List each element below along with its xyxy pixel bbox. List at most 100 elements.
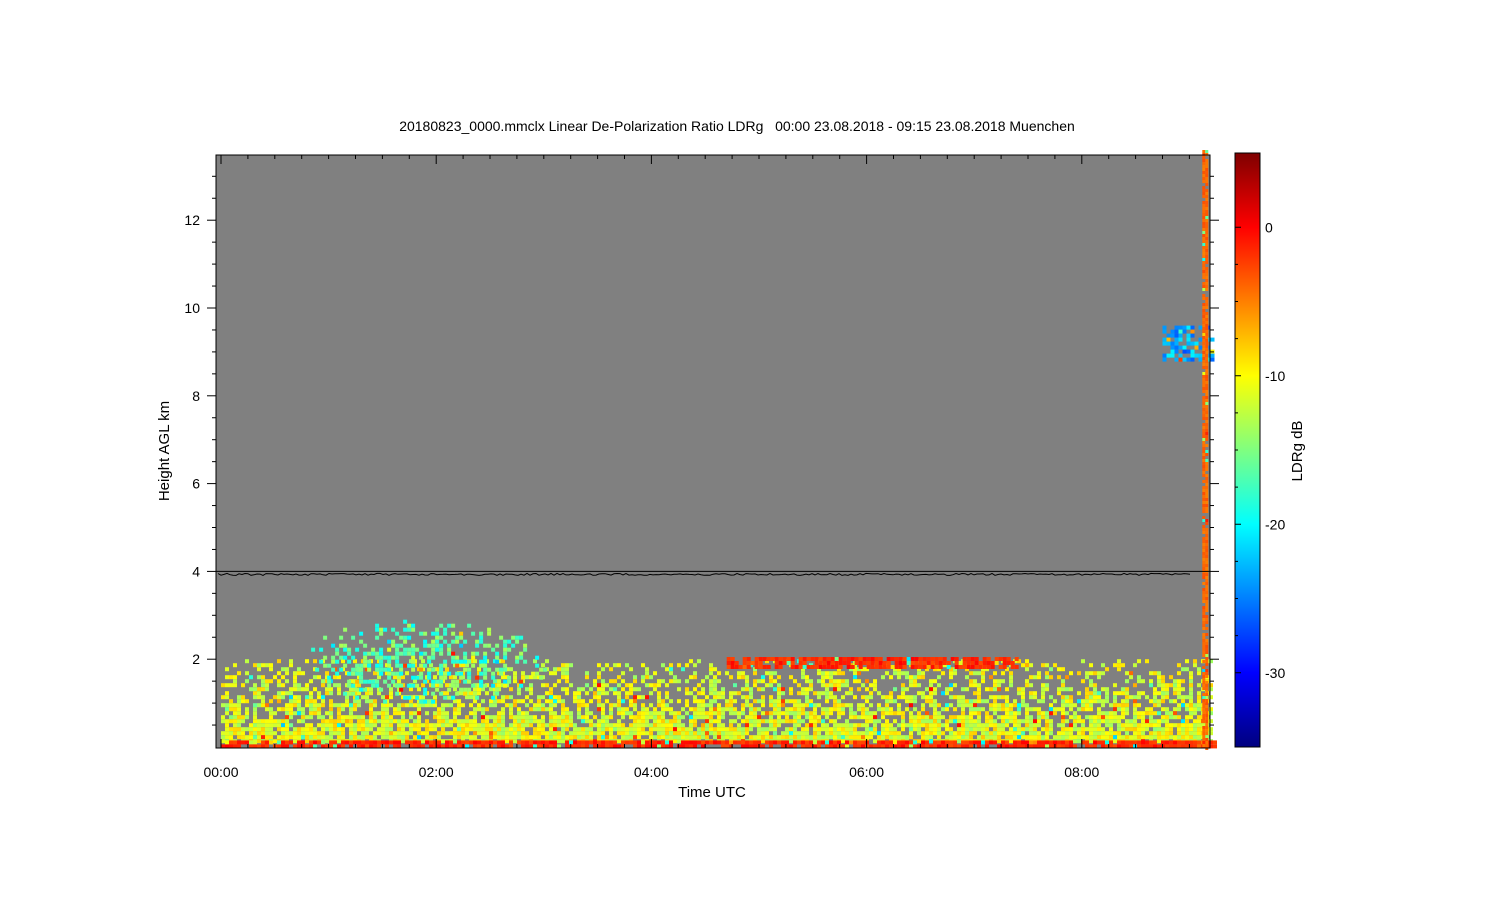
echo-cell xyxy=(1029,663,1033,668)
echo-cell xyxy=(289,663,293,668)
echo-cell xyxy=(379,651,384,656)
echo-cell xyxy=(673,739,677,744)
echo-cell xyxy=(633,735,637,740)
echo-cell xyxy=(477,740,481,745)
echo-cell xyxy=(301,715,305,720)
echo-cell xyxy=(842,661,847,665)
echo-cell xyxy=(605,715,609,720)
echo-cell xyxy=(439,643,444,648)
echo-cell xyxy=(1198,357,1203,362)
echo-cell xyxy=(753,719,757,724)
echo-cell xyxy=(297,707,301,712)
echo-cell xyxy=(463,659,468,664)
echo-cell xyxy=(359,675,364,680)
echo-cell xyxy=(411,647,416,652)
echo-cell xyxy=(901,711,905,716)
echo-cell xyxy=(953,731,957,736)
echo-cell xyxy=(1149,723,1153,728)
echo-cell xyxy=(313,687,317,692)
echo-cell xyxy=(493,740,497,745)
echo-cell xyxy=(921,715,925,720)
echo-cell xyxy=(689,707,693,712)
echo-cell xyxy=(465,719,469,724)
echo-cell xyxy=(1001,679,1005,684)
echo-cell xyxy=(685,687,689,692)
echo-cell xyxy=(365,740,369,745)
echo-cell xyxy=(1197,671,1201,676)
echo-cell xyxy=(373,699,377,704)
echo-cell xyxy=(1205,627,1209,630)
echo-cell xyxy=(821,719,825,724)
echo-cell xyxy=(1077,731,1081,736)
echo-cell xyxy=(557,695,561,700)
echo-cell xyxy=(865,687,869,692)
echo-cell xyxy=(981,735,985,740)
echo-cell xyxy=(477,723,481,728)
echo-cell xyxy=(477,667,481,672)
echo-cell xyxy=(485,740,489,745)
echo-cell xyxy=(1101,687,1105,692)
echo-cell xyxy=(769,683,773,688)
echo-cell xyxy=(453,699,457,704)
echo-cell xyxy=(359,687,364,692)
echo-cell xyxy=(1202,288,1206,291)
echo-cell xyxy=(491,671,496,676)
echo-cell xyxy=(1205,672,1209,675)
echo-cell xyxy=(237,711,241,716)
echo-cell xyxy=(885,727,889,732)
echo-cell xyxy=(277,679,281,684)
echo-cell xyxy=(1205,312,1209,315)
echo-cell xyxy=(1069,695,1073,700)
echo-cell xyxy=(1057,687,1061,692)
echo-cell xyxy=(493,723,497,728)
echo-cell xyxy=(853,727,857,732)
echo-cell xyxy=(973,723,977,728)
echo-cell xyxy=(774,665,779,669)
echo-cell xyxy=(285,731,289,736)
echo-cell xyxy=(517,707,521,712)
echo-cell xyxy=(549,715,553,720)
echo-cell xyxy=(745,687,749,692)
echo-cell xyxy=(1081,707,1085,712)
echo-cell xyxy=(1125,731,1129,736)
echo-cell xyxy=(945,727,949,732)
echo-cell xyxy=(797,699,801,704)
echo-cell xyxy=(435,687,440,692)
echo-cell xyxy=(1025,711,1029,716)
echo-cell xyxy=(713,679,717,684)
echo-cell xyxy=(1202,411,1206,414)
echo-cell xyxy=(1177,715,1181,720)
echo-cell xyxy=(305,727,309,732)
echo-cell xyxy=(1101,735,1105,740)
echo-cell xyxy=(387,639,392,644)
echo-cell xyxy=(977,691,981,696)
echo-cell xyxy=(745,675,749,680)
echo-cell xyxy=(553,695,557,700)
echo-cell xyxy=(581,719,585,724)
echo-cell xyxy=(301,740,305,745)
echo-cell xyxy=(854,661,859,665)
echo-cell xyxy=(1205,495,1209,498)
echo-cell xyxy=(677,731,681,736)
echo-cell xyxy=(781,719,785,724)
echo-cell xyxy=(363,663,368,668)
echo-cell xyxy=(293,703,297,708)
echo-cell xyxy=(801,735,805,740)
echo-cell xyxy=(993,683,997,688)
echo-cell xyxy=(1161,679,1165,684)
echo-cell xyxy=(881,735,885,740)
echo-cell xyxy=(649,727,653,732)
echo-cell xyxy=(525,731,529,736)
echo-cell xyxy=(447,623,452,628)
echo-cell xyxy=(425,719,429,724)
echo-cell xyxy=(561,727,565,732)
echo-cell xyxy=(1205,744,1209,747)
echo-cell xyxy=(257,675,261,680)
echo-cell xyxy=(1202,555,1206,558)
echo-cell xyxy=(805,711,809,716)
echo-cell xyxy=(977,683,981,688)
echo-cell xyxy=(495,655,500,660)
echo-cell xyxy=(253,663,257,668)
echo-cell xyxy=(1005,723,1009,728)
echo-cell xyxy=(397,703,401,708)
